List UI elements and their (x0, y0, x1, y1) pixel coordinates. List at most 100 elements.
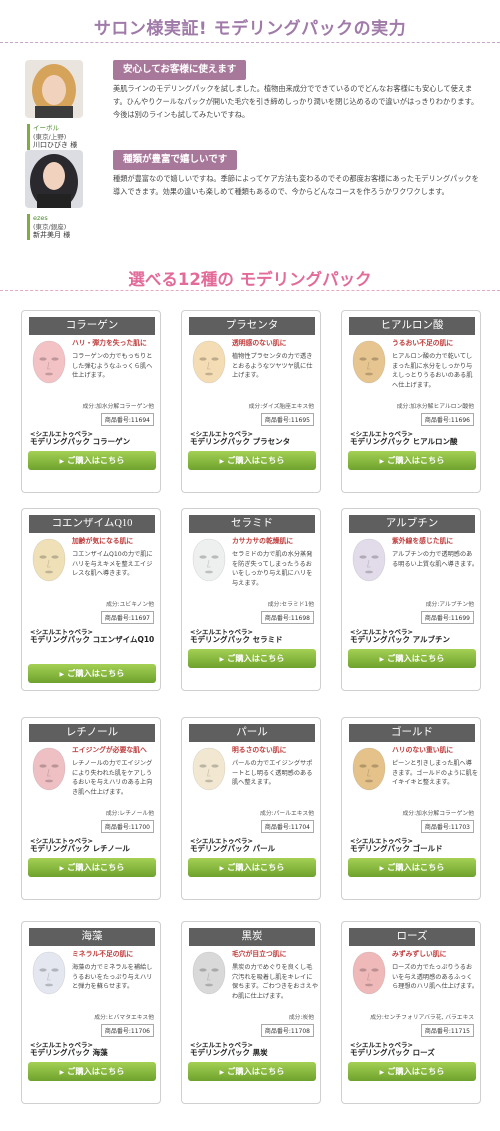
mask-image (190, 950, 228, 996)
product-tagline: ハリ・弾力を失った肌に (72, 339, 147, 347)
mask-image (30, 339, 68, 385)
buy-button[interactable]: ▶ ご購入はこちら (28, 451, 156, 470)
product-ingredient: 成分:加水分解コラーゲン他 (82, 404, 154, 410)
product-tagline: みずみずしい肌に (392, 950, 447, 958)
product-ingredient: 成分:加水分解ヒアルロン酸他 (396, 404, 474, 410)
product-tagline: 透明感のない肌に (232, 339, 287, 347)
product-header: コラーゲン (29, 317, 155, 335)
product-header: ローズ (349, 928, 475, 946)
product-name: モデリングパック プラセンタ (190, 437, 291, 446)
buy-button[interactable]: ▶ ご購入はこちら (188, 451, 316, 470)
product-card-1: コラーゲン ハリ・弾力を失った肌に コラーゲンの力でもっちりとした弾むようなふっ… (21, 310, 161, 493)
buy-label: ご購入はこちら (227, 455, 285, 465)
reviewer-photo (25, 60, 83, 118)
product-header: アルブチン (349, 515, 475, 533)
product-tagline: カサカサの乾燥肌に (232, 537, 294, 545)
product-tagline: 紫外線を感じた肌に (392, 537, 454, 545)
buy-label: ご購入はこちら (227, 862, 285, 872)
arrow-icon: ▶ (379, 1069, 385, 1076)
product-card-4: コエンザイムQ10 加齢が気になる肌に コエンザイムQ10の力で肌にハリを与えキ… (21, 508, 161, 691)
product-tagline: 毛穴が目立つ肌に (232, 950, 287, 958)
arrow-icon: ▶ (219, 458, 225, 465)
product-header: 黒炭 (189, 928, 315, 946)
product-description: コラーゲンの力でもっちりとした弾むようなふっくら肌へ仕上げます。 (72, 353, 153, 379)
product-ingredient: 成分:パールエキス他 (260, 811, 314, 817)
mask-image (190, 339, 228, 385)
buy-button[interactable]: ▶ ご購入はこちら (28, 858, 156, 877)
product-tagline: 明るさのない肌に (232, 746, 287, 754)
mask-image (350, 950, 388, 996)
product-name: モデリングパック 黒炭 (190, 1048, 268, 1057)
reviewer-honorific: 様 (70, 141, 78, 149)
product-number: 商品番号:11699 (420, 611, 474, 624)
product-description: ローズの力でたっぷりうるおいを与え透明感のあるふっくら理想のハリ肌へ仕上げます。 (392, 964, 479, 990)
mask-image (30, 746, 68, 792)
review-text: 種類が豊富なので嬉しいですね。季節によってケア方法も変わるのでその都度お客様にあ… (113, 174, 479, 196)
reviewer-caption: イーボル (東京/上野) 川口ひびき 様 (27, 124, 107, 150)
product-number: 商品番号:11695 (260, 413, 314, 426)
reviewer-honorific: 様 (63, 231, 71, 239)
review-text: 美肌ラインのモデリングパックを試しました。植物由来成分でできているのでどんなお客… (113, 84, 479, 119)
product-tagline: エイジングが必要な肌へ (72, 746, 147, 754)
reviewer-name: 新井美月 (33, 231, 61, 239)
product-card-9: ゴールド ハリのない重い肌に ピーンと引きしまった肌へ導きます。ゴールドのように… (341, 717, 481, 900)
buy-button[interactable]: ▶ ご購入はこちら (188, 858, 316, 877)
review-tag: 安心してお客様に使えます (113, 60, 247, 80)
product-name: モデリングパック コエンザイムQ10 (30, 635, 155, 644)
arrow-icon: ▶ (379, 458, 385, 465)
product-description: 海藻の力でミネラルを補給しうるおいをたっぷり与えハリと弾力を蘇らせます。 (72, 964, 153, 990)
product-number: 商品番号:11694 (100, 413, 154, 426)
product-ingredient: 成分:ヒバマタエキス他 (94, 1015, 154, 1021)
product-ingredient: 成分:加水分解コラーゲン他 (402, 811, 474, 817)
buy-label: ご購入はこちら (67, 455, 125, 465)
mask-image (30, 950, 68, 996)
product-name: モデリングパック ローズ (350, 1048, 435, 1057)
mask-image (350, 537, 388, 583)
product-tagline: うるおい不足の肌に (392, 339, 454, 347)
arrow-icon: ▶ (219, 1069, 225, 1076)
product-description: ピーンと引きしまった肌へ導きます。ゴールドのように肌をイキイキと整えます。 (392, 760, 479, 786)
buy-button[interactable]: ▶ ご購入はこちら (28, 1062, 156, 1081)
buy-button[interactable]: ▶ ご購入はこちら (28, 664, 156, 683)
buy-button[interactable]: ▶ ご購入はこちら (348, 1062, 476, 1081)
mask-image (30, 537, 68, 583)
buy-label: ご購入はこちら (67, 862, 125, 872)
arrow-icon: ▶ (219, 865, 225, 872)
buy-button[interactable]: ▶ ご購入はこちら (348, 858, 476, 877)
product-description: アルブチンの力で透明感のある明るい上質な肌へ導きます。 (392, 551, 479, 568)
product-number: 商品番号:11703 (420, 820, 474, 833)
product-card-11: 黒炭 毛穴が目立つ肌に 黒炭の力でめぐりを良くし毛穴汚れを吸着し肌をキレイに保ち… (181, 921, 321, 1104)
arrow-icon: ▶ (379, 865, 385, 872)
arrow-icon: ▶ (59, 458, 65, 465)
product-header: レチノール (29, 724, 155, 742)
buy-button[interactable]: ▶ ご購入はこちら (348, 649, 476, 668)
arrow-icon: ▶ (59, 671, 65, 678)
buy-label: ご購入はこちら (67, 668, 125, 678)
reviewer-name: 川口ひびき (33, 141, 68, 149)
buy-label: ご購入はこちら (227, 1066, 285, 1076)
product-number: 商品番号:11696 (420, 413, 474, 426)
buy-label: ご購入はこちら (387, 455, 445, 465)
product-name: モデリングパック ヒアルロン酸 (350, 437, 458, 446)
product-tagline: 加齢が気になる肌に (72, 537, 134, 545)
product-name: モデリングパック コラーゲン (30, 437, 131, 446)
buy-label: ご購入はこちら (227, 653, 285, 663)
buy-button[interactable]: ▶ ご購入はこちら (188, 649, 316, 668)
reviewer-shop: ezes (33, 214, 48, 222)
product-description: コエンザイムQ10の力で肌にハリを与えキメを整えエイジレスな肌へ導きます。 (72, 551, 153, 577)
product-card-8: パール 明るさのない肌に パールの力でエイジングサポートとし明るく透明感のある肌… (181, 717, 321, 900)
product-card-3: ヒアルロン酸 うるおい不足の肌に ヒアルロン酸の力で乾いてしまった肌に水分をしっ… (341, 310, 481, 493)
buy-button[interactable]: ▶ ご購入はこちら (188, 1062, 316, 1081)
product-name: モデリングパック セラミド (190, 635, 283, 644)
review-tag: 種類が豊富で嬉しいです (113, 150, 238, 170)
reviewer-photo (25, 150, 83, 208)
buy-label: ご購入はこちら (387, 862, 445, 872)
product-tagline: ハリのない重い肌に (392, 746, 454, 754)
product-number: 商品番号:11704 (260, 820, 314, 833)
buy-button[interactable]: ▶ ご購入はこちら (348, 451, 476, 470)
product-card-12: ローズ みずみずしい肌に ローズの力でたっぷりうるおいを与え透明感のあるふっくら… (341, 921, 481, 1104)
product-description: パールの力でエイジングサポートとし明るく透明感のある肌へ整えます。 (232, 760, 313, 786)
product-header: 海藻 (29, 928, 155, 946)
buy-label: ご購入はこちら (387, 653, 445, 663)
buy-label: ご購入はこちら (67, 1066, 125, 1076)
